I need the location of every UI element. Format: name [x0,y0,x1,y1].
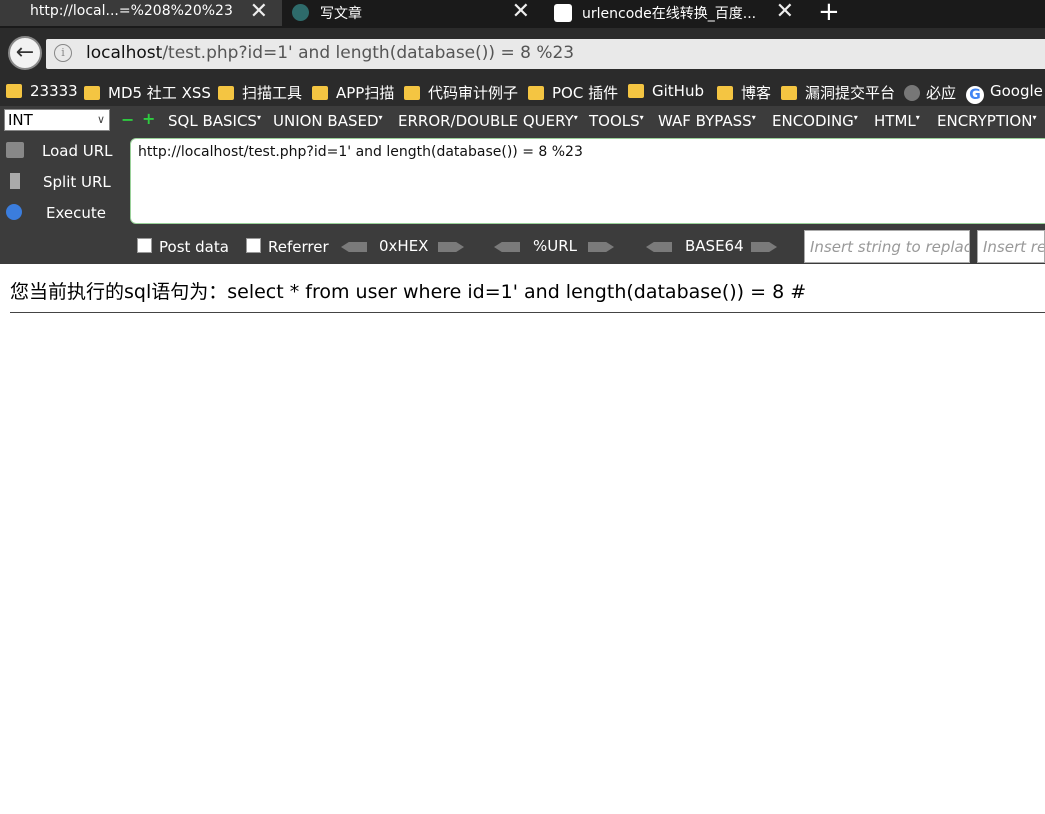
menu-encoding[interactable]: ENCODING▾ [772,112,858,130]
url-encode-arrow-icon[interactable] [588,242,614,252]
new-tab-button[interactable]: + [818,0,840,25]
folder-icon [404,86,420,100]
bookmark-folder[interactable]: 扫描工具 [218,82,302,103]
bookmark-folder[interactable]: APP扫描 [312,82,394,103]
replacing-string-input[interactable]: Insert replacing string [977,230,1045,263]
folder-icon [6,84,22,98]
hackbar-panel: INT ∨ − + SQL BASICS▾ UNION BASED▾ ERROR/… [0,106,1045,264]
increment-button[interactable]: + [142,109,155,128]
tab-title: http://local...=%208%20%23 [30,3,233,19]
url-decode-arrow-icon[interactable] [494,242,520,252]
base64-encode-arrow-icon[interactable] [751,242,777,252]
checkbox-icon [137,238,152,253]
split-url-button[interactable]: Split URL [0,169,120,197]
bookmark-google[interactable]: G Google [966,82,1043,104]
type-select[interactable]: INT ∨ [4,109,110,131]
menu-union-based[interactable]: UNION BASED▾ [273,112,383,130]
load-url-button[interactable]: Load URL [0,138,120,166]
address-text: localhost/test.php?id=1' and length(data… [86,43,575,63]
bookmark-bing[interactable]: 必应 [904,82,956,103]
baidu-paw-icon [554,4,572,22]
menu-tools[interactable]: TOOLS▾ [589,112,644,130]
bookmark-folder[interactable]: 博客 [717,82,771,103]
chevron-down-icon: ∨ [96,113,105,126]
site-logo-icon [292,4,309,21]
tab-urlencode[interactable]: urlencode在线转换_百度... ✕ [546,0,800,26]
bookmark-folder[interactable]: POC 插件 [528,82,618,103]
close-icon[interactable]: ✕ [512,0,530,24]
menu-error-double-query[interactable]: ERROR/DOUBLE QUERY▾ [398,112,578,130]
hex-decode-arrow-icon[interactable] [341,242,367,252]
replace-string-input[interactable]: Insert string to replace [804,230,970,263]
menu-sql-basics[interactable]: SQL BASICS▾ [168,112,261,130]
tab-bar: http://local...=%208%20%23 ✕ 写文章 ✕ urlen… [0,0,1045,28]
sql-statement-text: 您当前执行的sql语句为：select * from user where id… [10,281,807,303]
folder-icon [84,86,100,100]
folder-icon [628,84,644,98]
close-icon[interactable]: ✕ [250,0,268,24]
info-icon[interactable]: i [54,44,72,62]
post-data-checkbox[interactable]: Post data [137,238,229,256]
folder-icon [312,86,328,100]
referrer-checkbox[interactable]: Referrer [246,238,329,256]
menu-waf-bypass[interactable]: WAF BYPASS▾ [658,112,756,130]
tab-title: 写文章 [320,6,362,22]
divider [10,312,1045,313]
load-url-icon [6,142,24,158]
globe-icon [904,85,920,101]
scissors-icon [10,173,20,189]
bookmark-folder[interactable]: 漏洞提交平台 [781,82,895,103]
google-icon: G [966,86,984,104]
bookmark-folder[interactable]: MD5 社工 XSS [84,82,211,103]
bookmark-folder[interactable]: 23333 [6,82,78,100]
base64-label: BASE64 [685,237,744,255]
arrow-left-icon: ← [15,40,35,65]
url-textarea[interactable]: http://localhost/test.php?id=1' and leng… [130,138,1045,224]
close-icon[interactable]: ✕ [776,0,794,24]
menu-encryption[interactable]: ENCRYPTION▾ [937,112,1036,130]
navigation-bar: ← i localhost/test.php?id=1' and length(… [0,28,1045,78]
tab-write-article[interactable]: 写文章 ✕ [284,0,538,26]
hex-label: 0xHEX [379,237,429,255]
base64-decode-arrow-icon[interactable] [646,242,672,252]
bookmark-folder[interactable]: GitHub [628,82,704,100]
menu-html[interactable]: HTML▾ [874,112,920,130]
hex-encode-arrow-icon[interactable] [438,242,464,252]
folder-icon [717,86,733,100]
folder-icon [218,86,234,100]
folder-icon [781,86,797,100]
decrement-button[interactable]: − [121,110,134,129]
execute-button[interactable]: Execute [0,200,120,228]
folder-icon [528,86,544,100]
tab-title: urlencode在线转换_百度... [582,6,757,22]
bookmarks-bar: 23333 MD5 社工 XSS 扫描工具 APP扫描 代码审计例子 POC 插… [0,78,1045,106]
address-bar[interactable]: i localhost/test.php?id=1' and length(da… [46,39,1045,69]
url-label: %URL [533,237,578,255]
tab-localhost[interactable]: http://local...=%208%20%23 ✕ [0,0,282,26]
back-button[interactable]: ← [8,36,42,70]
bookmark-folder[interactable]: 代码审计例子 [404,82,518,103]
play-icon [6,204,22,220]
checkbox-icon [246,238,261,253]
